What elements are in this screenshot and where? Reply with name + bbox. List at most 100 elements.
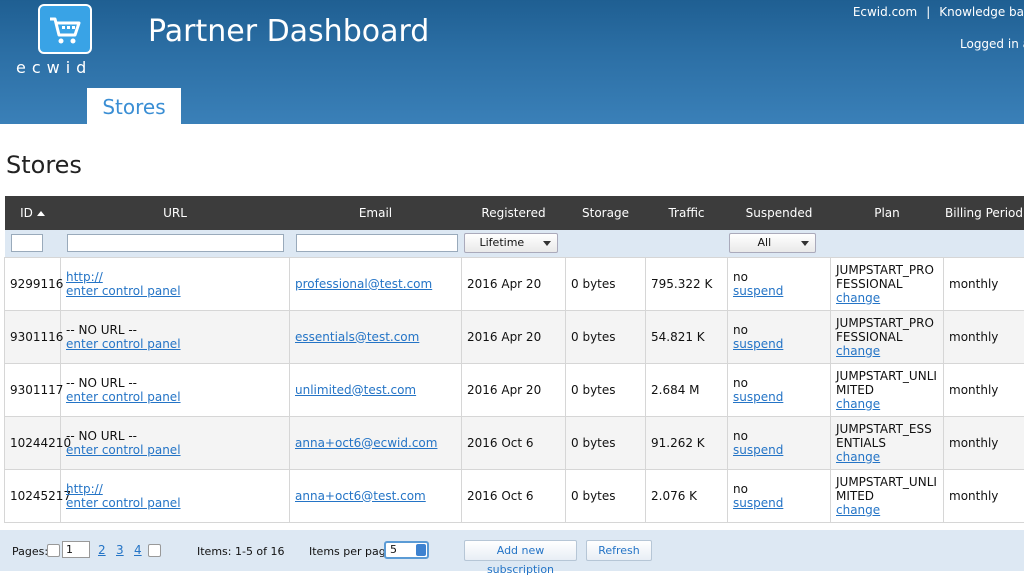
filter-row: Lifetime All: [4, 230, 1024, 257]
store-storage: 0 bytes: [565, 309, 646, 364]
store-registered: 2016 Apr 20: [461, 309, 566, 364]
add-subscription-button[interactable]: Add new subscription: [464, 540, 577, 576]
store-id: 9299116: [4, 256, 63, 311]
suspend-link[interactable]: suspend: [733, 496, 825, 510]
col-url-header[interactable]: URL: [60, 196, 290, 230]
store-storage: 0 bytes: [565, 362, 646, 417]
change-plan-link[interactable]: change: [836, 503, 938, 517]
enter-control-panel-link[interactable]: enter control panel: [66, 496, 284, 510]
app-title: Partner Dashboard: [148, 14, 430, 49]
suspend-link[interactable]: suspend: [733, 284, 825, 298]
change-plan-link[interactable]: change: [836, 397, 938, 411]
store-id: 9301116: [4, 309, 63, 364]
table-row: 10245217 http://enter control panel anna+o…: [4, 468, 1024, 523]
change-plan-link[interactable]: change: [836, 291, 938, 305]
store-email-cell: anna+oct6@ecwid.com: [289, 415, 462, 470]
suspended-filter-value: All: [757, 236, 772, 250]
store-email-link[interactable]: unlimited@test.com: [295, 383, 416, 397]
store-email-link[interactable]: anna+oct6@test.com: [295, 489, 426, 503]
suspended-filter-select[interactable]: All: [728, 233, 816, 254]
store-traffic: 91.262 K: [645, 415, 728, 470]
table-row: 9299116 http://enter control panel profess…: [4, 256, 1024, 311]
store-plan-cell: JUMPSTART_UNLIMITED change: [830, 362, 944, 417]
refresh-button[interactable]: Refresh: [586, 540, 652, 561]
suspended-status: no: [733, 375, 748, 390]
plan-name: JUMPSTART_PROFESSIONAL: [836, 262, 934, 291]
store-url[interactable]: http://: [66, 482, 284, 496]
enter-control-panel-link[interactable]: enter control panel: [66, 443, 284, 457]
billing-period: monthly: [943, 309, 1024, 364]
tab-stores[interactable]: Stores: [87, 88, 181, 124]
chevron-down-icon: [542, 241, 551, 247]
store-plan-cell: JUMPSTART_PROFESSIONAL change: [830, 256, 944, 311]
id-filter-input[interactable]: [10, 234, 43, 253]
suspend-link[interactable]: suspend: [733, 390, 825, 404]
logo-text: ecwid: [16, 58, 93, 77]
plan-name: JUMPSTART_UNLIMITED: [836, 474, 937, 503]
store-id: 10244210: [4, 415, 71, 470]
store-url-cell: -- NO URL -- enter control panel: [60, 415, 290, 470]
store-url[interactable]: http://: [66, 270, 284, 284]
suspended-status: no: [733, 481, 748, 496]
registered-filter-value: Lifetime: [479, 236, 525, 250]
col-traffic-header[interactable]: Traffic: [645, 196, 728, 230]
store-url: -- NO URL --: [66, 375, 137, 390]
col-email-header[interactable]: Email: [289, 196, 462, 230]
enter-control-panel-link[interactable]: enter control panel: [66, 390, 284, 404]
store-email-link[interactable]: professional@test.com: [295, 277, 432, 291]
col-id-header[interactable]: ID: [4, 196, 61, 230]
suspended-status: no: [733, 322, 748, 337]
stores-table: ID URL Email Registered Storage Traffic …: [4, 196, 1024, 523]
store-email-cell: unlimited@test.com: [289, 362, 462, 417]
col-storage-header[interactable]: Storage: [565, 196, 646, 230]
plan-name: JUMPSTART_UNLIMITED: [836, 368, 937, 397]
col-plan-header[interactable]: Plan: [830, 196, 944, 230]
page-link-3[interactable]: 3: [116, 543, 124, 557]
store-storage: 0 bytes: [565, 468, 646, 523]
store-registered: 2016 Apr 20: [461, 362, 566, 417]
chevron-down-icon: [800, 241, 809, 247]
store-url-cell: -- NO URL -- enter control panel: [60, 309, 290, 364]
stepper-icon: [416, 544, 426, 556]
current-page-input[interactable]: 1: [62, 541, 90, 558]
store-email-cell: essentials@test.com: [289, 309, 462, 364]
items-per-page-select[interactable]: 5: [384, 541, 429, 559]
suspend-link[interactable]: suspend: [733, 443, 825, 457]
store-suspended-cell: no suspend: [727, 256, 831, 311]
store-traffic: 54.821 K: [645, 309, 728, 364]
enter-control-panel-link[interactable]: enter control panel: [66, 284, 284, 298]
store-id: 10245217: [4, 468, 71, 523]
store-suspended-cell: no suspend: [727, 362, 831, 417]
store-plan-cell: JUMPSTART_PROFESSIONAL change: [830, 309, 944, 364]
link-separator: |: [926, 5, 931, 19]
change-plan-link[interactable]: change: [836, 450, 938, 464]
store-email-link[interactable]: anna+oct6@ecwid.com: [295, 436, 437, 450]
enter-control-panel-link[interactable]: enter control panel: [66, 337, 284, 351]
store-plan-cell: JUMPSTART_ESSENTIALS change: [830, 415, 944, 470]
store-storage: 0 bytes: [565, 415, 646, 470]
col-suspended-header[interactable]: Suspended: [727, 196, 831, 230]
ecwid-com-link[interactable]: Ecwid.com: [853, 5, 917, 19]
page-link-2[interactable]: 2: [98, 543, 106, 557]
col-billing-header[interactable]: Billing Period: [943, 196, 1024, 230]
ecwid-logo[interactable]: [38, 4, 92, 54]
registered-filter-select[interactable]: Lifetime: [463, 233, 558, 254]
page-link-4[interactable]: 4: [134, 543, 142, 557]
billing-period: monthly: [943, 468, 1024, 523]
store-url-cell: -- NO URL -- enter control panel: [60, 362, 290, 417]
knowledge-base-link[interactable]: Knowledge ba: [939, 5, 1024, 19]
store-traffic: 2.684 M: [645, 362, 728, 417]
table-header-row: ID URL Email Registered Storage Traffic …: [4, 196, 1024, 230]
change-plan-link[interactable]: change: [836, 344, 938, 358]
next-page-checkbox[interactable]: [148, 544, 161, 557]
suspend-link[interactable]: suspend: [733, 337, 825, 351]
prev-page-checkbox[interactable]: [47, 544, 60, 557]
cart-icon: [50, 17, 81, 44]
url-filter-input[interactable]: [66, 234, 284, 253]
store-traffic: 795.322 K: [645, 256, 728, 311]
billing-period: monthly: [943, 415, 1024, 470]
store-email-link[interactable]: essentials@test.com: [295, 330, 419, 344]
email-filter-input[interactable]: [295, 234, 458, 253]
pagination-bar: Pages: 1 2 3 4 Items: 1-5 of 16 Items pe…: [0, 530, 1024, 576]
col-registered-header[interactable]: Registered: [461, 196, 566, 230]
